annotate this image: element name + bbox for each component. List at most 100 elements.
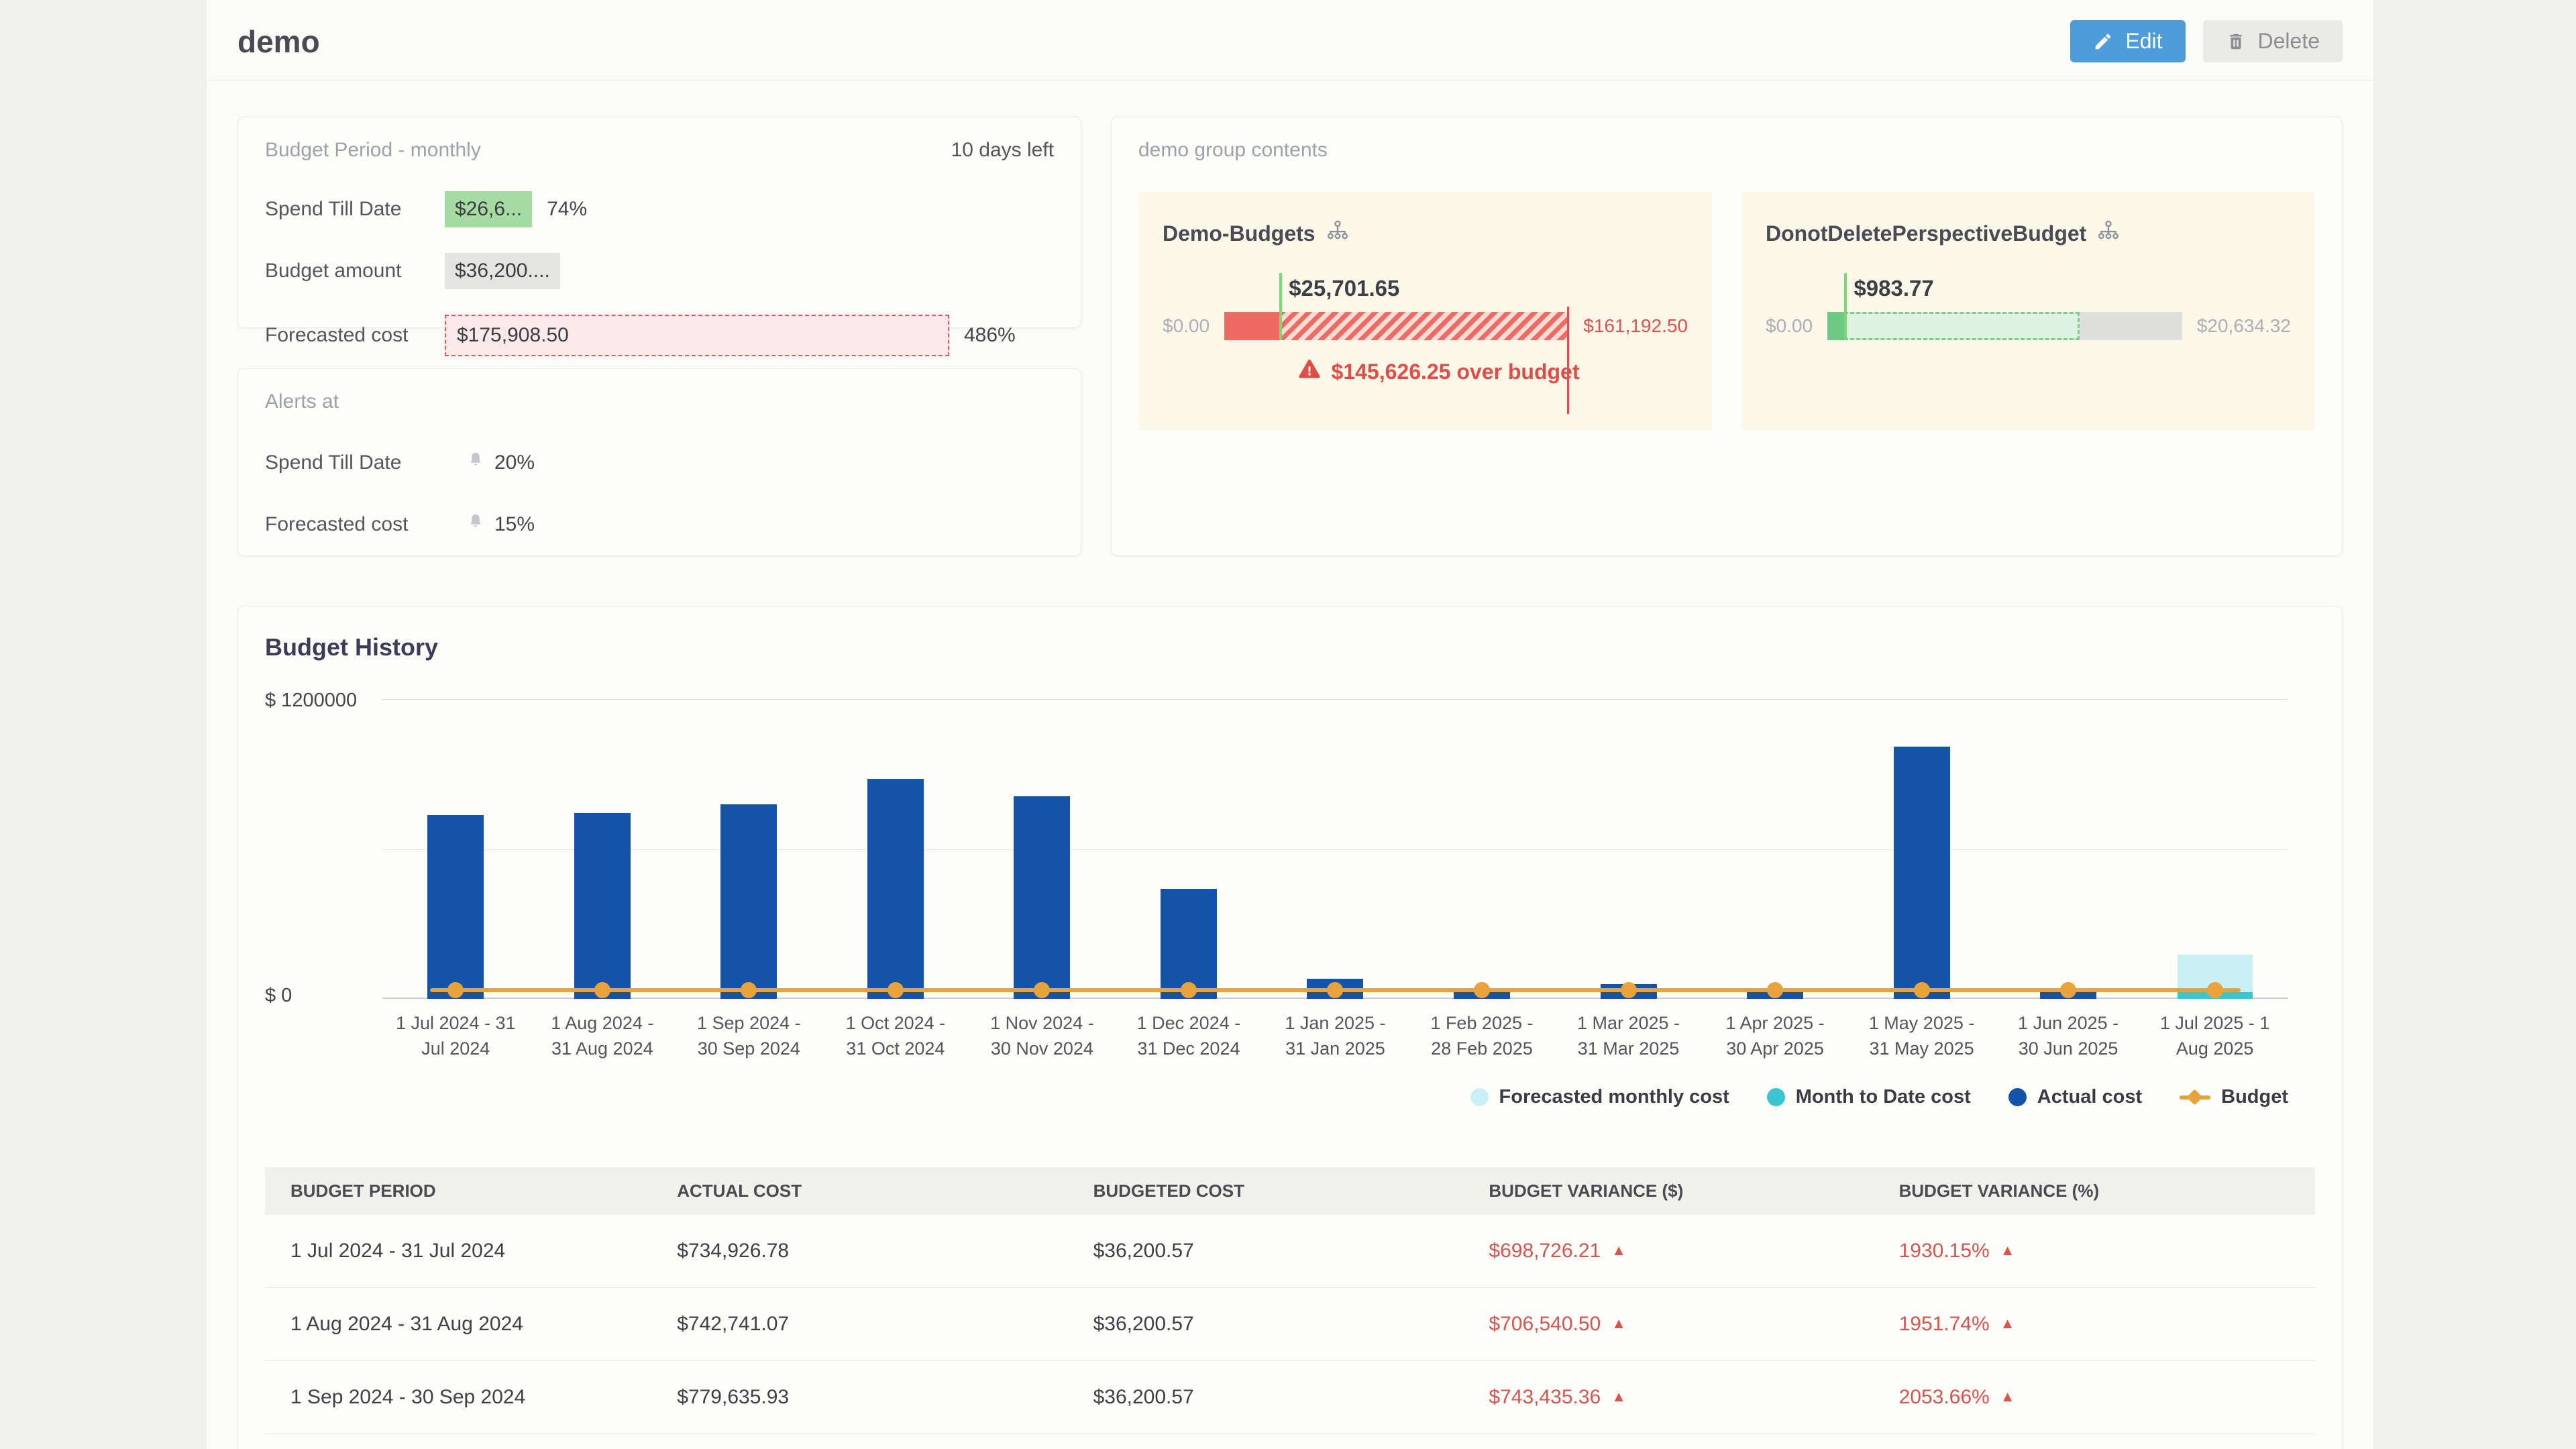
budget-amount-value[interactable]: $36,200.... [445, 253, 560, 289]
spend-till-date-row: Spend Till Date $26,6... 74% [265, 191, 1054, 227]
chart-slot [1555, 699, 1702, 999]
budget-history-table: BUDGET PERIOD ACTUAL COST BUDGETED COST … [265, 1167, 2315, 1434]
page-title: demo [237, 23, 320, 60]
cell-budgeted-cost: $36,200.57 [1093, 1386, 1489, 1409]
budget-progress-bar[interactable]: $983.77 [1827, 312, 2182, 340]
cell-actual-cost: $734,926.78 [677, 1240, 1093, 1263]
summary-section: Budget Period - monthly 10 days left Spe… [207, 80, 2373, 556]
table-row[interactable]: 1 Jul 2024 - 31 Jul 2024 $734,926.78 $36… [265, 1215, 2315, 1288]
spend-alert-row: Spend Till Date 20% [265, 451, 1054, 475]
budget-point [1914, 982, 1930, 998]
chart-x-label: 1 Jun 2025 - 30 Jun 2025 [1995, 1011, 2142, 1062]
header-actions: Edit Delete [2070, 20, 2343, 62]
chart-slot [1848, 699, 1995, 999]
legend-item-budget[interactable]: Budget [2180, 1086, 2288, 1108]
bar-segment [1279, 312, 1568, 340]
chart-slot [1409, 699, 1556, 999]
actual-bar[interactable] [1894, 747, 1950, 999]
spend-till-date-value[interactable]: $26,6... [445, 191, 532, 227]
chart-plot: $ 1200000 $ 0 [382, 699, 2288, 999]
budget-tile-name[interactable]: DonotDeletePerspectiveBudget [1766, 221, 2086, 246]
y-axis-zero-label: $ 0 [265, 985, 366, 1007]
bell-icon [466, 451, 485, 475]
cell-actual-cost: $779,635.93 [677, 1386, 1093, 1409]
col-header-variance-pct: BUDGET VARIANCE (%) [1899, 1181, 2315, 1201]
actual-bar[interactable] [1014, 796, 1070, 999]
budget-point [447, 982, 464, 998]
actual-bar[interactable] [720, 804, 777, 999]
chart-x-label: 1 Mar 2025 - 31 Mar 2025 [1555, 1011, 1702, 1062]
legend-label: Month to Date cost [1796, 1086, 1971, 1108]
forecast-alert-label: Forecasted cost [265, 513, 466, 536]
y-axis-max-label: $ 1200000 [265, 690, 366, 712]
forecasted-cost-row: Forecasted cost $175,908.50 486% [265, 315, 1054, 356]
table-row[interactable]: 1 Sep 2024 - 30 Sep 2024 $779,635.93 $36… [265, 1361, 2315, 1434]
chart-x-label: 1 Nov 2024 - 30 Nov 2024 [969, 1011, 1116, 1062]
budget-history-chart: $ 1200000 $ 0 1 Jul 2024 - 31 Jul 20241 … [265, 699, 2315, 1108]
up-triangle-icon: ▲ [2000, 1315, 2015, 1332]
budget-point [741, 982, 757, 998]
table-row[interactable]: 1 Aug 2024 - 31 Aug 2024 $742,741.07 $36… [265, 1288, 2315, 1361]
actual-swatch-icon [2008, 1088, 2027, 1106]
budget-point [1327, 982, 1343, 998]
cell-budgeted-cost: $36,200.57 [1093, 1240, 1489, 1263]
delete-button[interactable]: Delete [2203, 20, 2343, 62]
edit-button-label: Edit [2125, 29, 2162, 54]
budget-point [888, 982, 904, 998]
chart-x-label: 1 Sep 2024 - 30 Sep 2024 [676, 1011, 822, 1062]
edit-button[interactable]: Edit [2070, 20, 2185, 62]
legend-label: Forecasted monthly cost [1499, 1086, 1729, 1108]
legend-item-actual[interactable]: Actual cost [2008, 1086, 2142, 1108]
col-header-actual-cost: ACTUAL COST [677, 1181, 1093, 1201]
alerts-title: Alerts at [265, 390, 339, 413]
budget-point [1621, 982, 1637, 998]
trash-icon [2226, 32, 2246, 52]
actual-bar[interactable] [867, 779, 924, 999]
chart-x-label: 1 Dec 2024 - 31 Dec 2024 [1116, 1011, 1263, 1062]
spend-till-date-percent: 74% [547, 198, 587, 221]
chart-x-labels: 1 Jul 2024 - 31 Jul 20241 Aug 2024 - 31 … [382, 1011, 2288, 1062]
budget-swatch-icon [2180, 1088, 2210, 1106]
bar-max-label: $161,192.50 [1583, 315, 1688, 337]
warning-triangle-icon [1298, 358, 1321, 386]
budget-current-value: $983.77 [1854, 276, 1933, 301]
bar-max-label: $20,634.32 [2197, 315, 2291, 337]
forecasted-cost-value[interactable]: $175,908.50 [445, 315, 949, 356]
chart-x-label: 1 Feb 2025 - 28 Feb 2025 [1409, 1011, 1556, 1062]
forecasted-cost-percent: 486% [964, 324, 1016, 347]
chart-x-label: 1 Apr 2025 - 30 Apr 2025 [1702, 1011, 1849, 1062]
legend-item-forecast[interactable]: Forecasted monthly cost [1470, 1086, 1729, 1108]
legend-item-mtd[interactable]: Month to Date cost [1767, 1086, 1971, 1108]
cell-variance-usd: $698,726.21▲ [1489, 1240, 1898, 1263]
cell-variance-pct: 1951.74%▲ [1899, 1313, 2315, 1336]
cell-period: 1 Jul 2024 - 31 Jul 2024 [265, 1240, 677, 1263]
budget-point [1767, 982, 1783, 998]
chart-slot [2141, 699, 2288, 999]
actual-bar[interactable] [427, 815, 484, 999]
cell-budgeted-cost: $36,200.57 [1093, 1313, 1489, 1336]
chart-slot [1702, 699, 1849, 999]
bar-segment [1224, 312, 1279, 340]
budget-progress-bar[interactable]: $25,701.65 [1224, 312, 1568, 340]
chart-slot [822, 699, 969, 999]
budget-point [2207, 982, 2223, 998]
chart-x-label: 1 May 2025 - 31 May 2025 [1848, 1011, 1995, 1062]
spend-alert-value: 20% [494, 451, 535, 474]
bar-min-label: $0.00 [1766, 315, 1813, 337]
forecasted-cost-label: Forecasted cost [265, 324, 445, 347]
budget-history-card: Budget History $ 1200000 $ 0 1 Jul 2024 … [237, 606, 2343, 1449]
chart-x-label: 1 Oct 2024 - 31 Oct 2024 [822, 1011, 969, 1062]
forecast-alert-value: 15% [494, 513, 535, 536]
perspective-hierarchy-icon [2097, 219, 2120, 248]
chart-x-label: 1 Jul 2024 - 31 Jul 2024 [382, 1011, 529, 1062]
budget-tile-name[interactable]: Demo-Budgets [1163, 221, 1316, 246]
actual-bar[interactable] [574, 813, 631, 999]
pencil-icon [2093, 32, 2113, 52]
up-triangle-icon: ▲ [1611, 1388, 1626, 1405]
chart-x-label: 1 Aug 2024 - 31 Aug 2024 [529, 1011, 676, 1062]
budget-tile-donotdelete: DonotDeletePerspectiveBudget $0.00 [1741, 193, 2315, 430]
bar-segment [1827, 312, 1844, 340]
group-contents-card: demo group contents Demo-Budgets [1111, 117, 2343, 556]
bar-min-label: $0.00 [1163, 315, 1210, 337]
spend-till-date-label: Spend Till Date [265, 198, 445, 221]
